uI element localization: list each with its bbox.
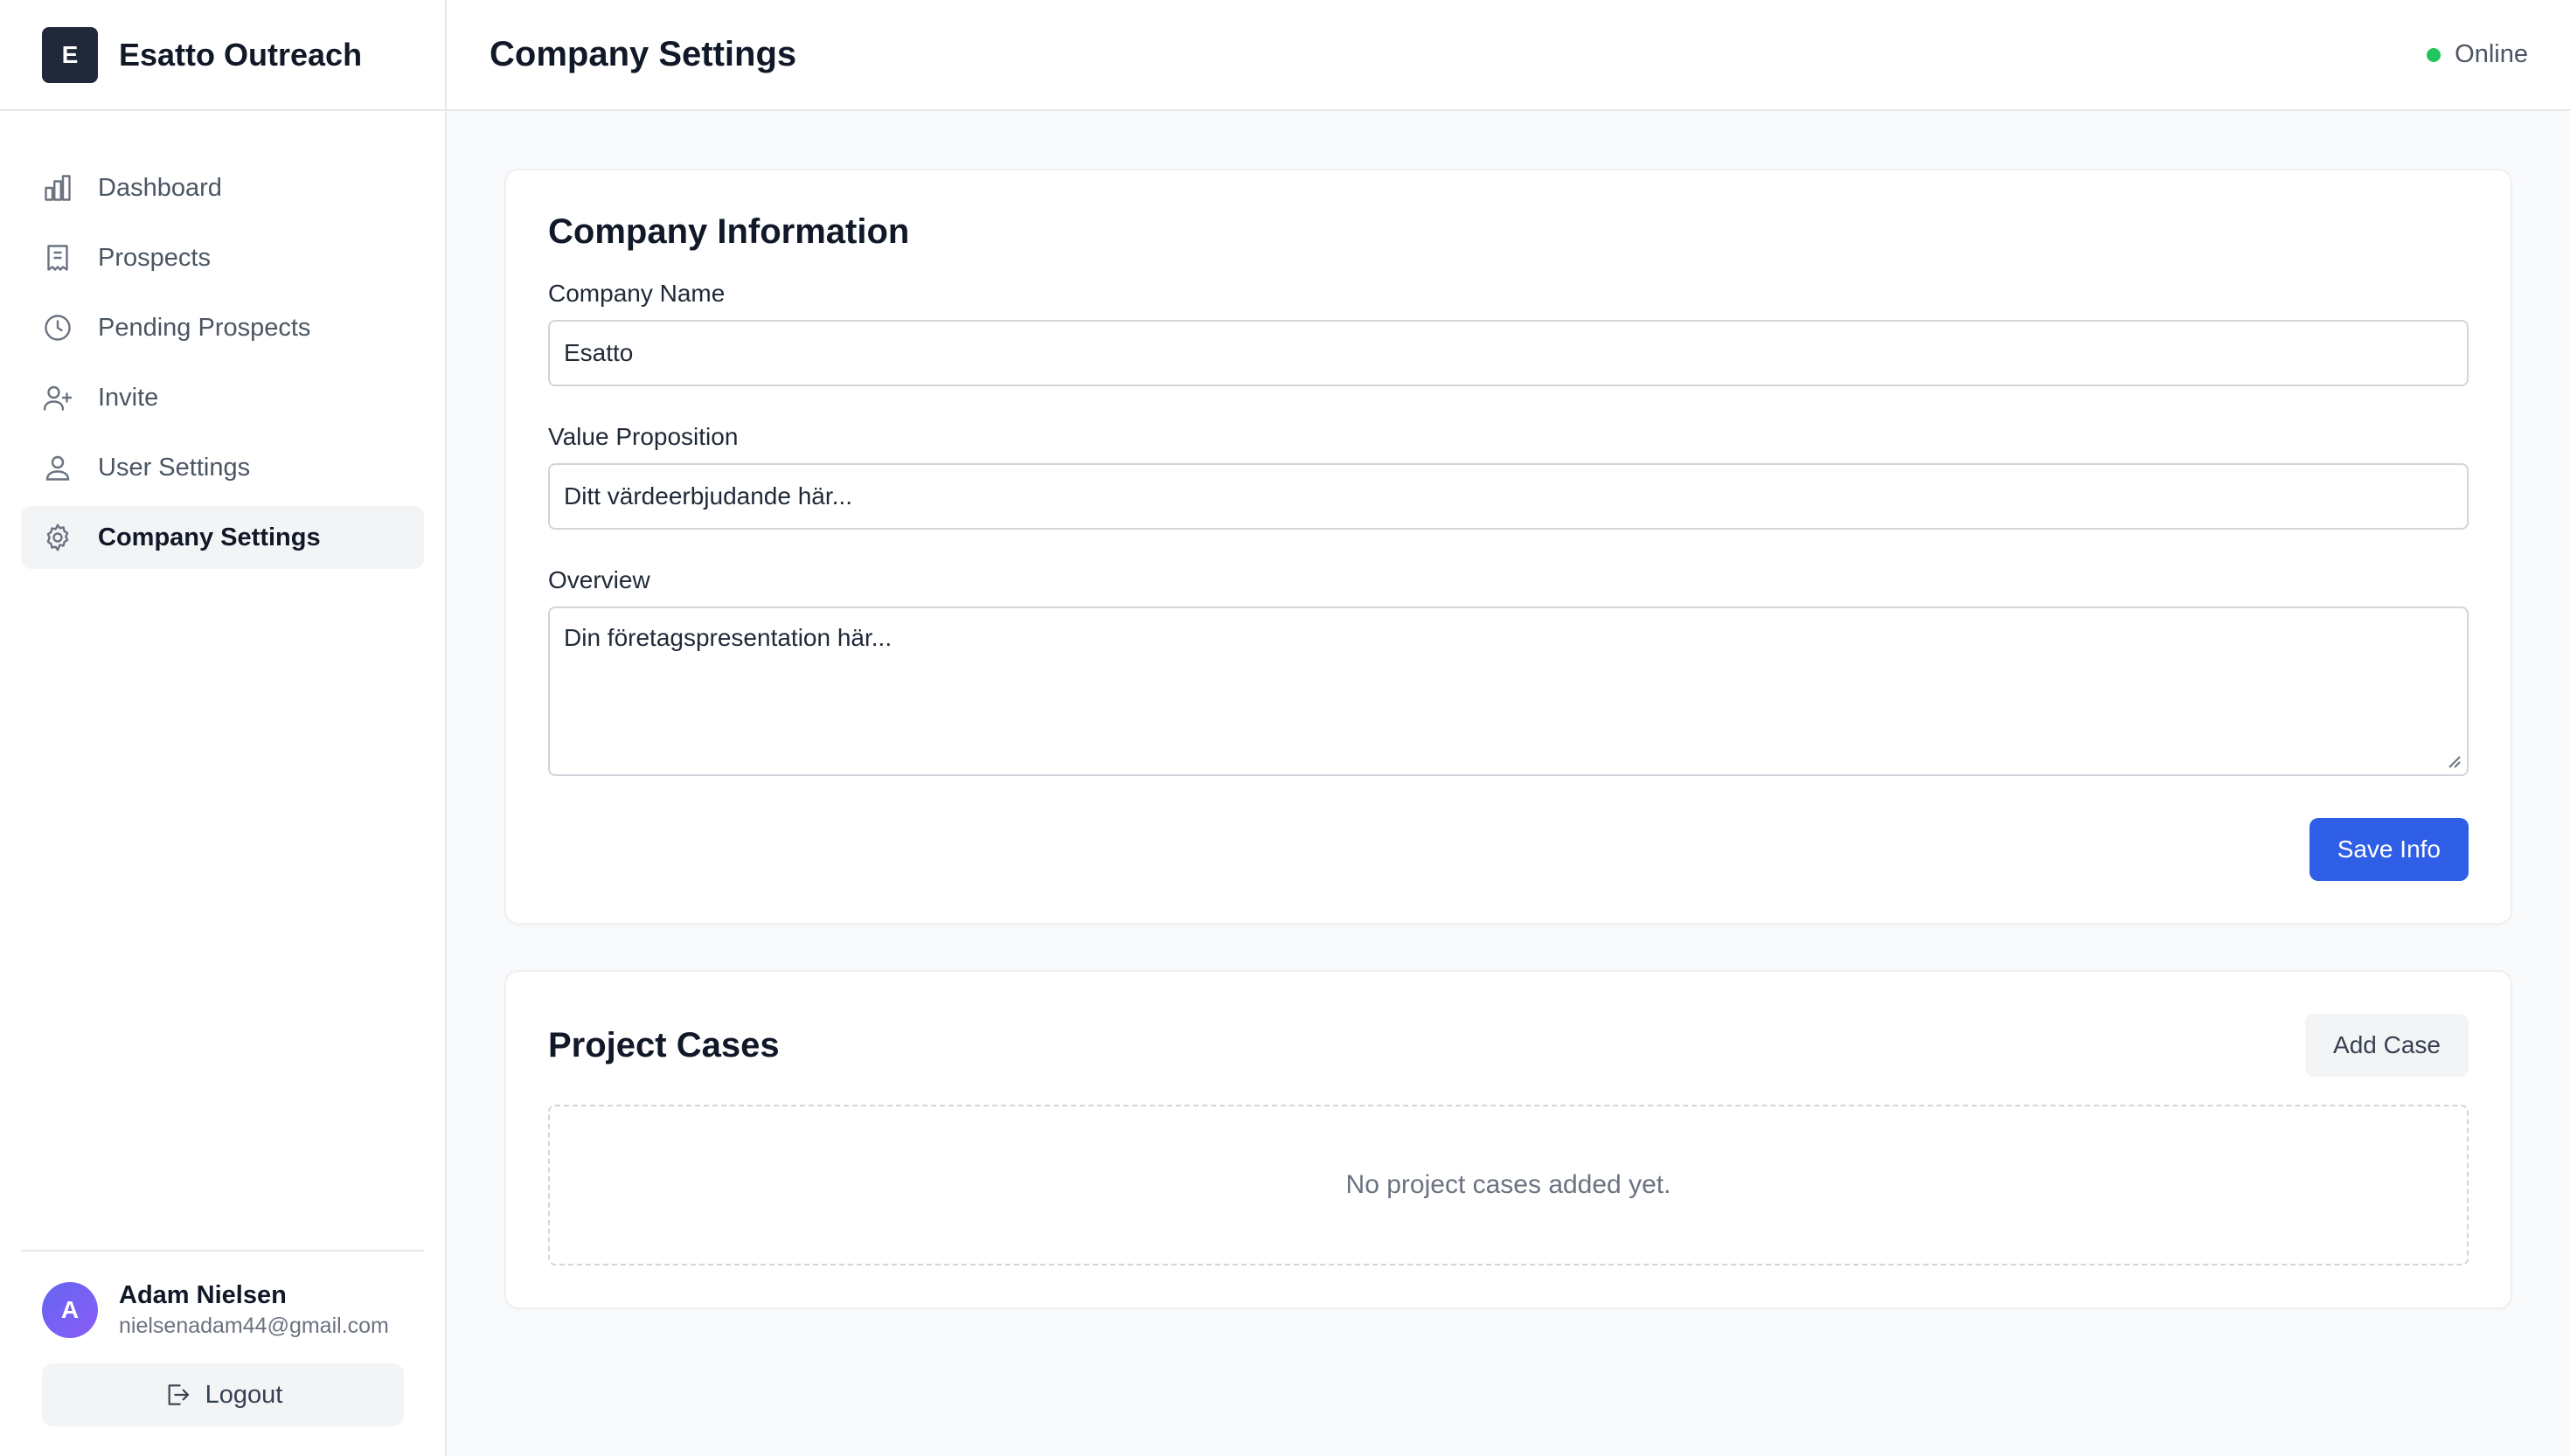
logout-button[interactable]: Logout <box>42 1363 404 1426</box>
user-name: Adam Nielsen <box>119 1281 287 1309</box>
sidebar-item-label: Dashboard <box>98 173 222 202</box>
sidebar-nav: Dashboard Prospects Pending Prospects In… <box>0 111 445 1250</box>
sidebar-item-invite[interactable]: Invite <box>21 366 424 429</box>
value-proposition-label: Value Proposition <box>548 423 739 450</box>
brand-name: Esatto Outreach <box>119 36 363 73</box>
overview-textarea[interactable]: Din företagspresentation här... <box>548 607 2469 776</box>
topbar: Company Settings Online <box>447 0 2570 111</box>
company-info-title: Company Information <box>548 212 910 251</box>
user-meta: Adam Nielsen nielsenadam44@gmail.com <box>119 1281 389 1339</box>
main-area: Company Settings Online Company Informat… <box>447 0 2570 1456</box>
sidebar-item-prospects[interactable]: Prospects <box>21 226 424 289</box>
add-case-button[interactable]: Add Case <box>2305 1014 2469 1077</box>
sidebar-item-dashboard[interactable]: Dashboard <box>21 156 424 219</box>
brand-header: E Esatto Outreach <box>0 0 445 111</box>
status-indicator: Online <box>2427 40 2528 69</box>
sidebar-item-company-settings[interactable]: Company Settings <box>21 506 424 569</box>
overview-placeholder: Din företagspresentation här... <box>564 624 893 651</box>
avatar: A <box>42 1282 98 1338</box>
sidebar-item-label: Invite <box>98 383 159 412</box>
project-cases-card: Project Cases Add Case No project cases … <box>504 970 2512 1309</box>
sidebar-item-user-settings[interactable]: User Settings <box>21 436 424 499</box>
user-email: nielsenadam44@gmail.com <box>119 1314 389 1338</box>
status-text: Online <box>2455 40 2528 68</box>
save-info-button[interactable]: Save Info <box>2309 818 2469 881</box>
bar-chart-icon <box>42 172 73 204</box>
document-icon <box>42 242 73 274</box>
project-cases-header: Project Cases Add Case <box>548 1014 2469 1077</box>
project-cases-empty-state: No project cases added yet. <box>548 1105 2469 1265</box>
empty-state-text: No project cases added yet. <box>1345 1170 1671 1199</box>
company-name-input[interactable]: Esatto <box>548 320 2469 386</box>
app-root: E Esatto Outreach Dashboard Prospects Pe… <box>0 0 2570 1456</box>
sidebar-item-label: User Settings <box>98 453 251 482</box>
resize-handle-icon[interactable] <box>2444 752 2462 769</box>
company-info-actions: Save Info <box>548 818 2469 881</box>
value-proposition-input[interactable]: Ditt värdeerbjudande här... <box>548 463 2469 530</box>
sidebar-item-label: Prospects <box>98 243 211 272</box>
clock-icon <box>42 312 73 343</box>
overview-label: Overview <box>548 566 650 593</box>
sidebar-item-label: Pending Prospects <box>98 313 311 342</box>
user-profile: A Adam Nielsen nielsenadam44@gmail.com <box>42 1281 403 1339</box>
content: Company Information Company Name Esatto … <box>447 111 2570 1309</box>
status-dot-icon <box>2427 47 2442 62</box>
logout-label: Logout <box>205 1380 283 1409</box>
page-title: Company Settings <box>490 35 797 73</box>
project-cases-title: Project Cases <box>548 1025 780 1064</box>
user-icon <box>42 452 73 483</box>
sidebar: E Esatto Outreach Dashboard Prospects Pe… <box>0 0 447 1456</box>
gear-icon <box>42 522 73 553</box>
logout-icon <box>168 1384 189 1405</box>
sidebar-footer: A Adam Nielsen nielsenadam44@gmail.com L… <box>21 1250 424 1456</box>
sidebar-item-pending-prospects[interactable]: Pending Prospects <box>21 296 424 359</box>
user-plus-icon <box>42 382 73 413</box>
company-info-card: Company Information Company Name Esatto … <box>504 169 2512 925</box>
brand-logo: E <box>42 26 98 83</box>
sidebar-item-label: Company Settings <box>98 523 321 551</box>
company-name-label: Company Name <box>548 280 726 307</box>
